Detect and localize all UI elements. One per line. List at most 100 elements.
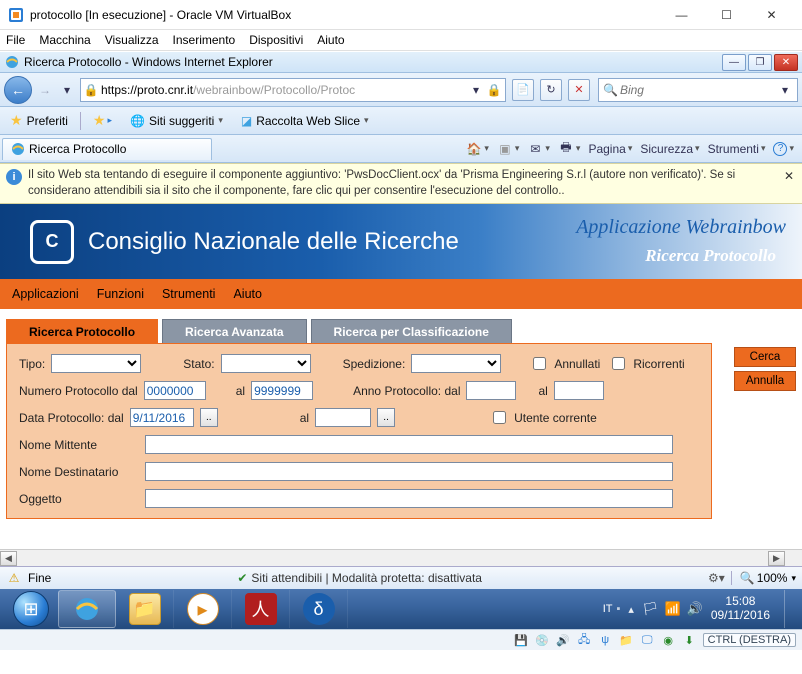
address-bar[interactable]: 🔒 https://proto.cnr.it/webrainbow/Protoc…	[80, 78, 506, 102]
menu-view[interactable]: Visualizza	[105, 33, 159, 47]
cancel-button[interactable]: Annulla	[734, 371, 796, 391]
data-al-picker-button[interactable]: ..	[377, 408, 395, 427]
anno-dal-input[interactable]	[466, 381, 516, 400]
clock[interactable]: 15:08 09/11/2016	[711, 595, 776, 623]
zoom-icon: 🔍	[740, 571, 755, 585]
menu-machine[interactable]: Macchina	[39, 33, 90, 47]
volume-icon[interactable]: 🔊	[687, 601, 703, 617]
network-icon[interactable]: 📶	[664, 601, 680, 617]
feeds-button[interactable]: ▣	[497, 141, 520, 157]
home-button[interactable]: 🏠	[466, 141, 489, 157]
scroll-left-button[interactable]: ◀	[0, 551, 17, 566]
history-dropdown-button[interactable]: ▾	[58, 78, 76, 102]
numero-al-input[interactable]	[251, 381, 313, 400]
language-indicator[interactable]: IT ▪	[603, 603, 621, 615]
mittente-input[interactable]	[145, 435, 673, 454]
ie-close-button[interactable]: ✕	[774, 54, 798, 71]
tab-ricerca-protocollo[interactable]: Ricerca Protocollo	[6, 319, 158, 343]
virtualbox-icon	[8, 7, 24, 23]
menu-devices[interactable]: Dispositivi	[249, 33, 303, 47]
vb-share-icon[interactable]: 📁	[619, 634, 634, 647]
compat-view-button[interactable]: 📄	[512, 79, 534, 101]
taskbar-ie[interactable]	[58, 590, 116, 628]
search-button[interactable]: Cerca	[734, 347, 796, 367]
vb-net-icon[interactable]: 🖧	[577, 631, 592, 650]
address-dropdown-button[interactable]: ▾	[467, 78, 485, 102]
activex-info-bar[interactable]: i Il sito Web sta tentando di eseguire i…	[0, 163, 802, 204]
oggetto-input[interactable]	[145, 489, 673, 508]
web-slice-button[interactable]: ◪Raccolta Web Slice	[235, 112, 375, 130]
tray-expand-button[interactable]: ▴	[628, 603, 634, 616]
taskbar-delta[interactable]: δ	[290, 590, 348, 628]
mail-button[interactable]: ✉	[527, 141, 550, 157]
stop-button[interactable]: ✕	[568, 79, 590, 101]
spedizione-select[interactable]	[411, 354, 501, 373]
zoom-control[interactable]: 🔍 100% ▾	[731, 571, 796, 585]
taskbar-explorer[interactable]: 📁	[116, 590, 174, 628]
menu-input[interactable]: Inserimento	[173, 33, 236, 47]
app-menu-applicazioni[interactable]: Applicazioni	[12, 287, 79, 301]
warning-icon: ⚠	[6, 570, 22, 586]
app-menu-funzioni[interactable]: Funzioni	[97, 287, 144, 301]
ricorrenti-label: Ricorrenti	[633, 357, 684, 371]
start-button[interactable]	[4, 590, 58, 628]
search-dropdown-button[interactable]: ▾	[777, 78, 793, 102]
vb-display-icon[interactable]: 🖵	[640, 634, 655, 647]
data-dal-input[interactable]	[130, 408, 194, 427]
app-menu-aiuto[interactable]: Aiuto	[233, 287, 262, 301]
data-dal-picker-button[interactable]: ..	[200, 408, 218, 427]
tab-ricerca-classificazione[interactable]: Ricerca per Classificazione	[311, 319, 512, 343]
vb-hdd-icon[interactable]: 💾	[514, 634, 529, 647]
menu-help[interactable]: Aiuto	[317, 33, 344, 47]
vb-cpu-icon[interactable]: ⬇	[682, 634, 697, 647]
favorites-button[interactable]: ★Preferiti	[4, 110, 74, 131]
scroll-right-button[interactable]: ▶	[768, 551, 785, 566]
info-close-button[interactable]: ✕	[784, 168, 794, 184]
page-menu[interactable]: Pagina	[588, 142, 632, 156]
tools-menu[interactable]: Strumenti	[708, 142, 766, 156]
app-menu-strumenti[interactable]: Strumenti	[162, 287, 216, 301]
security-menu[interactable]: Sicurezza	[640, 142, 699, 156]
taskbar-media[interactable]: ▸	[174, 590, 232, 628]
forward-button[interactable]: →	[36, 78, 54, 102]
search-box[interactable]: 🔍 ▾	[598, 78, 798, 102]
ssl-lock-icon[interactable]: 🔒	[485, 83, 503, 97]
ie-minimize-button[interactable]: ―	[722, 54, 746, 71]
utente-corrente-checkbox[interactable]	[493, 411, 506, 424]
tipo-select[interactable]	[51, 354, 141, 373]
stato-select[interactable]	[221, 354, 311, 373]
ie-window-title: Ricerca Protocollo - Windows Internet Ex…	[24, 55, 720, 69]
vb-audio-icon[interactable]: 🔊	[556, 634, 571, 647]
suggested-sites-button[interactable]: 🌐Siti suggeriti	[124, 112, 229, 130]
refresh-button[interactable]: ↻	[540, 79, 562, 101]
help-icon: ?	[773, 142, 787, 156]
ricorrenti-checkbox[interactable]	[612, 357, 625, 370]
show-desktop-button[interactable]	[784, 590, 792, 628]
taskbar-acrobat[interactable]: 人	[232, 590, 290, 628]
browser-tab[interactable]: Ricerca Protocollo	[2, 138, 212, 160]
flag-icon[interactable]: 🏳	[642, 601, 659, 617]
menu-file[interactable]: File	[6, 33, 25, 47]
vb-rec-icon[interactable]: ◉	[661, 634, 676, 647]
back-button[interactable]: ←	[4, 76, 32, 104]
anno-al-input[interactable]	[554, 381, 604, 400]
horizontal-scrollbar[interactable]: ◀ ▶	[0, 549, 802, 566]
destinatario-input[interactable]	[145, 462, 673, 481]
tipo-label: Tipo:	[19, 357, 45, 371]
close-button[interactable]: ✕	[749, 0, 794, 29]
help-button[interactable]: ?	[773, 142, 794, 156]
search-input[interactable]	[620, 83, 777, 97]
minimize-button[interactable]: ―	[659, 0, 704, 29]
numero-dal-input[interactable]	[144, 381, 206, 400]
add-favorite-button[interactable]: ★▸	[87, 110, 118, 131]
ie-maximize-button[interactable]: ❐	[748, 54, 772, 71]
annullati-checkbox[interactable]	[533, 357, 546, 370]
zoom-value: 100%	[757, 571, 788, 585]
print-button[interactable]: 🖶	[558, 141, 581, 157]
maximize-button[interactable]: ☐	[704, 0, 749, 29]
settings-icon[interactable]: ⚙▾	[708, 571, 725, 585]
data-al-input[interactable]	[315, 408, 371, 427]
vb-cd-icon[interactable]: 💿	[535, 634, 550, 647]
tab-ricerca-avanzata[interactable]: Ricerca Avanzata	[162, 319, 307, 343]
vb-usb-icon[interactable]: ψ	[598, 634, 613, 646]
